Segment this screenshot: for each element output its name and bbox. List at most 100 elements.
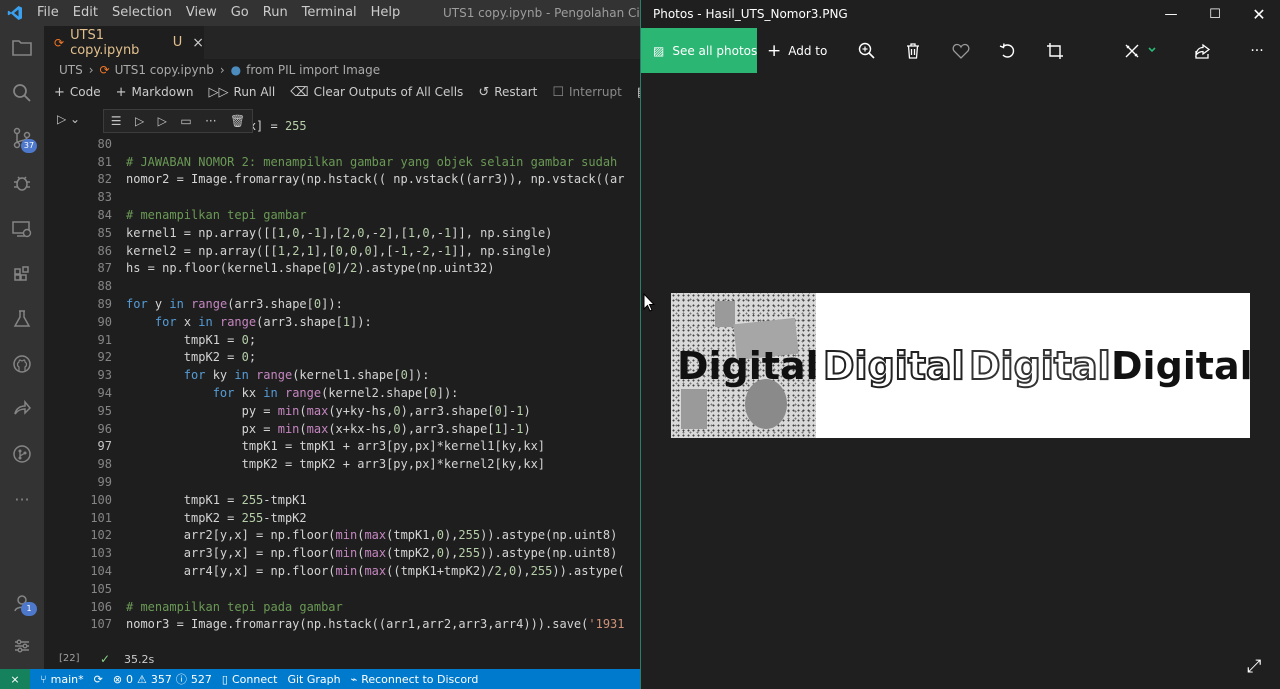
tab-modified-indicator: U	[172, 35, 183, 50]
menu-terminal[interactable]: Terminal	[295, 0, 364, 26]
execute-above-icon[interactable]: ▷	[135, 114, 144, 128]
code-line[interactable]: 106 # menampilkan tepi pada gambar	[86, 598, 640, 616]
delete-cell-icon[interactable]: 🗑	[230, 114, 245, 128]
explorer-icon[interactable]	[8, 34, 36, 62]
crop-icon[interactable]	[1043, 40, 1067, 62]
tab-close-icon[interactable]: ×	[192, 35, 204, 51]
code-line[interactable]: 94 for kx in range(kernel2.shape[0]):	[86, 384, 640, 402]
close-icon[interactable]: ✕	[1237, 0, 1280, 28]
git-graph-button[interactable]: Git Graph	[287, 673, 340, 686]
clear-outputs-button[interactable]: ⌫ Clear Outputs of All Cells	[290, 85, 463, 100]
code-line[interactable]: 92 tmpK2 = 0;	[86, 348, 640, 366]
more-options-icon[interactable]: ···	[1245, 40, 1269, 62]
code-line[interactable]: 84 # menampilkan tepi gambar	[86, 206, 640, 224]
code-line[interactable]: 101 tmpK2 = 255-tmpK2	[86, 509, 640, 527]
testing-flask-icon[interactable]	[8, 305, 36, 333]
code-line[interactable]: 97 tmpK1 = tmpK1 + arr3[py,px]*kernel1[k…	[86, 437, 640, 455]
code-line[interactable]: 96 px = min(max(x+kx-hs,0),arr3.shape[1]…	[86, 420, 640, 438]
run-by-line-icon[interactable]: ☰	[111, 114, 122, 128]
breadcrumb-file[interactable]: UTS1 copy.ipynb	[115, 63, 214, 77]
code-text: tmpK1 = 255-tmpK1	[126, 492, 307, 507]
run-all-button[interactable]: ▷▷ Run All	[209, 85, 276, 100]
code-line[interactable]: 93 for ky in range(kernel1.shape[0]):	[86, 366, 640, 384]
live-share-icon[interactable]	[8, 395, 36, 423]
plus-icon: +	[54, 84, 65, 100]
code-line[interactable]: 89 for y in range(arr3.shape[0]):	[86, 295, 640, 313]
remote-indicator-icon[interactable]: ⨯	[0, 669, 30, 689]
code-line[interactable]: 100 tmpK1 = 255-tmpK1	[86, 491, 640, 509]
extensions-icon[interactable]	[8, 260, 36, 288]
jupyter-file-icon: ⟳	[54, 35, 65, 50]
zoom-icon[interactable]	[855, 40, 879, 62]
code-line[interactable]: 81 # JAWABAN NOMOR 2: menampilkan gambar …	[86, 153, 640, 171]
full-screen-icon[interactable]: ⤢	[1247, 656, 1261, 677]
breadcrumb: UTS › ⟳ UTS1 copy.ipynb › ● from PIL imp…	[44, 59, 640, 81]
add-code-cell-button[interactable]: + Code	[54, 85, 101, 100]
see-all-photos-button[interactable]: ▨ See all photos	[641, 28, 757, 73]
code-text: tmpK2 = 0;	[126, 350, 257, 365]
code-line[interactable]: 103 arr3[y,x] = np.floor(min(max(tmpK2,0…	[86, 544, 640, 562]
sync-icon[interactable]: ⟳	[94, 673, 103, 686]
code-line[interactable]: 91 tmpK1 = 0;	[86, 331, 640, 349]
favorite-heart-icon[interactable]	[949, 40, 973, 62]
interrupt-button[interactable]: ☐ Interrupt	[552, 85, 621, 100]
add-to-button[interactable]: + Add to	[767, 28, 827, 73]
code-editor[interactable]: [y,x] = 2558081# JAWABAN NOMOR 2: menamp…	[86, 117, 640, 647]
delete-icon[interactable]	[901, 40, 925, 62]
code-line[interactable]: 90 for x in range(arr3.shape[1]):	[86, 313, 640, 331]
error-icon: ⊗	[112, 672, 123, 686]
rotate-icon[interactable]	[996, 40, 1020, 62]
more-actions-icon[interactable]: ···	[205, 114, 216, 128]
git-branch[interactable]: ⑂ main*	[40, 673, 84, 686]
debug-icon[interactable]	[8, 169, 36, 197]
minimize-icon[interactable]: —	[1149, 0, 1193, 28]
line-number: 89	[97, 297, 112, 311]
discord-button[interactable]: ⌁ Reconnect to Discord	[351, 673, 479, 686]
displayed-image[interactable]: Digital Digital Digital Digital	[671, 293, 1250, 438]
menu-file[interactable]: File	[30, 0, 66, 26]
code-line[interactable]: 104 arr4[y,x] = np.floor(min(max((tmpK1+…	[86, 562, 640, 580]
menu-selection[interactable]: Selection	[105, 0, 179, 26]
maximize-icon[interactable]: ☐	[1193, 0, 1237, 28]
remote-explorer-icon[interactable]	[8, 215, 36, 243]
code-line[interactable]: 82 nomor2 = Image.fromarray(np.hstack(( n…	[86, 170, 640, 188]
code-line[interactable]: 105	[86, 580, 640, 598]
edit-create-icon[interactable]	[1121, 40, 1161, 62]
code-line[interactable]: 107 nomor3 = Image.fromarray(np.hstack((a…	[86, 615, 640, 633]
code-text: arr2[y,x] = np.floor(min(max(tmpK1,0),25…	[126, 528, 618, 543]
vscode-logo-icon[interactable]	[0, 0, 30, 26]
execute-below-icon[interactable]: ▷	[158, 114, 167, 128]
code-line[interactable]: 86 kernel2 = np.array([[1,2,1],[0,0,0],[-…	[86, 242, 640, 260]
code-line[interactable]: 83	[86, 188, 640, 206]
problems-summary[interactable]: ⊗ 0 ⚠ 357 ⓘ 527	[113, 671, 212, 687]
tab-uts1-notebook[interactable]: ⟳ UTS1 copy.ipynb U ×	[44, 26, 204, 59]
code-line[interactable]: 95 py = min(max(y+ky-hs,0),arr3.shape[0]…	[86, 402, 640, 420]
code-line[interactable]: 88	[86, 277, 640, 295]
github-icon[interactable]	[8, 350, 36, 378]
run-cell-icon[interactable]: ▷ ⌄	[57, 112, 80, 126]
more-icon[interactable]: ···	[8, 485, 36, 513]
restart-button[interactable]: ↺ Restart	[478, 85, 537, 100]
menu-view[interactable]: View	[179, 0, 224, 26]
menu-help[interactable]: Help	[364, 0, 408, 26]
settings-gear-icon[interactable]	[8, 632, 36, 660]
code-line[interactable]: 102 arr2[y,x] = np.floor(min(max(tmpK1,0…	[86, 526, 640, 544]
breadcrumb-folder[interactable]: UTS	[59, 63, 83, 77]
breadcrumb-symbol[interactable]: from PIL import Image	[246, 63, 380, 77]
add-markdown-cell-button[interactable]: + Markdown	[116, 85, 194, 100]
code-line[interactable]: 87 hs = np.floor(kernel1.shape[0]/2).asty…	[86, 259, 640, 277]
code-line[interactable]: 85 kernel1 = np.array([[1,0,-1],[2,0,-2],…	[86, 224, 640, 242]
search-icon[interactable]	[8, 79, 36, 107]
code-line[interactable]: 99	[86, 473, 640, 491]
menu-go[interactable]: Go	[224, 0, 256, 26]
git-graph-icon[interactable]	[8, 440, 36, 468]
menu-edit[interactable]: Edit	[66, 0, 105, 26]
split-cell-icon[interactable]: ▭	[180, 114, 191, 128]
notebook-toolbar: + Code + Markdown ▷▷ Run All ⌫ Clear Outputs…	[44, 81, 640, 103]
code-line[interactable]: 80	[86, 135, 640, 153]
code-line[interactable]: 98 tmpK2 = tmpK2 + arr3[py,px]*kernel2[k…	[86, 455, 640, 473]
image-text-edge-x: Digital	[822, 344, 966, 388]
share-icon[interactable]	[1190, 40, 1214, 62]
connect-button[interactable]: ▯ Connect	[222, 673, 278, 686]
menu-run[interactable]: Run	[256, 0, 295, 26]
